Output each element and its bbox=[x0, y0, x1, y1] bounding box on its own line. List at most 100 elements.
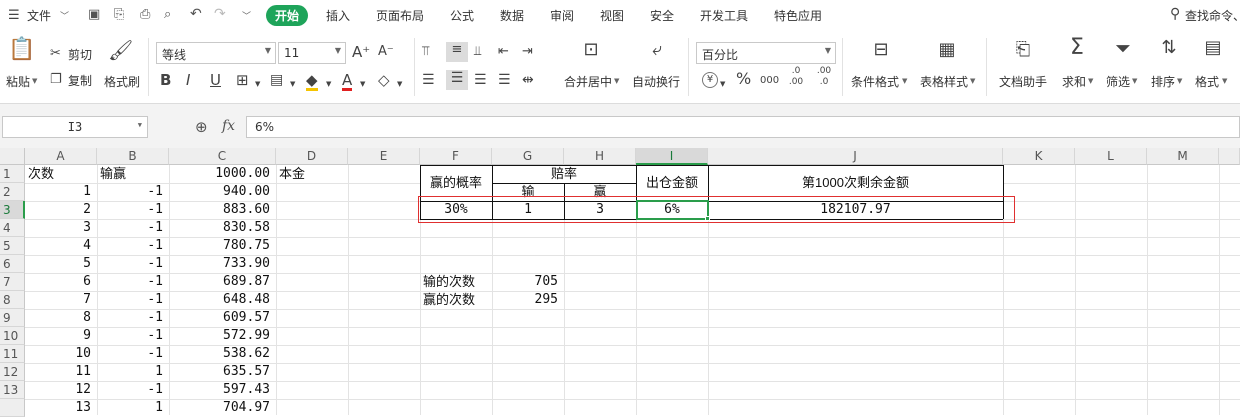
thousands-icon[interactable]: 000 bbox=[760, 73, 779, 89]
filter-button[interactable]: 筛选 bbox=[1106, 73, 1130, 90]
chevron-down-icon[interactable]: ▼ bbox=[360, 76, 365, 92]
tab-view[interactable]: 视图 bbox=[600, 7, 624, 24]
tab-developer[interactable]: 开发工具 bbox=[700, 7, 748, 24]
search-icon[interactable]: ⚲ bbox=[1170, 6, 1180, 22]
copy-icon[interactable]: ❐ bbox=[50, 72, 62, 88]
font-name-select[interactable]: 等线 ▼ bbox=[156, 42, 276, 64]
col-header-g[interactable]: G bbox=[492, 148, 564, 165]
cell-a12[interactable]: 11 bbox=[25, 363, 97, 381]
align-top-icon[interactable]: ⫪ bbox=[422, 44, 429, 60]
cell-a1[interactable]: 次数 bbox=[28, 165, 97, 183]
col-header-n[interactable] bbox=[1219, 148, 1240, 165]
chevron-down-icon[interactable]: ▼ bbox=[1088, 77, 1093, 85]
chevron-down-icon[interactable]: ▼ bbox=[902, 77, 907, 85]
hamburger-icon[interactable]: ☰ bbox=[8, 8, 20, 23]
col-header-f[interactable]: F bbox=[420, 148, 492, 165]
cell-g8[interactable]: 295 bbox=[492, 291, 564, 309]
chevron-down-icon[interactable]: ▼ bbox=[138, 121, 142, 129]
row-header-1[interactable]: 1 bbox=[0, 165, 25, 183]
cell-b5[interactable]: -1 bbox=[97, 237, 169, 255]
fill-color-icon[interactable]: ◆ bbox=[306, 72, 318, 91]
italic-icon[interactable]: I bbox=[186, 72, 190, 88]
format-button[interactable]: 格式 bbox=[1195, 73, 1219, 90]
col-header-e[interactable]: E bbox=[348, 148, 420, 165]
font-size-select[interactable]: 11 ▼ bbox=[278, 42, 346, 64]
chevron-down-icon[interactable]: ▼ bbox=[720, 76, 725, 92]
cell-d1[interactable]: 本金 bbox=[279, 165, 348, 183]
row-header-12[interactable]: 12 bbox=[0, 363, 25, 381]
cell-c11[interactable]: 538.62 bbox=[169, 345, 276, 363]
col-header-a[interactable]: A bbox=[25, 148, 97, 165]
cell-g7[interactable]: 705 bbox=[492, 273, 564, 291]
cell-b11[interactable]: -1 bbox=[97, 345, 169, 363]
cell-f7[interactable]: 输的次数 bbox=[423, 273, 495, 291]
table-style-icon[interactable]: ▦ bbox=[934, 41, 960, 59]
cell-c1[interactable]: 1000.00 bbox=[169, 165, 276, 183]
doc-assistant-icon[interactable]: ⎗ bbox=[1010, 41, 1036, 59]
cell-style-icon[interactable]: ▤ bbox=[270, 72, 283, 88]
cell-c4[interactable]: 830.58 bbox=[169, 219, 276, 237]
row-header-13[interactable]: 13 bbox=[0, 381, 25, 399]
chevron-down-icon[interactable]: ▼ bbox=[255, 76, 260, 92]
paste-button[interactable]: 粘贴 bbox=[6, 73, 30, 90]
select-all-corner[interactable] bbox=[0, 148, 25, 165]
sort-button[interactable]: 排序 bbox=[1151, 73, 1175, 90]
currency-icon[interactable]: ¥ bbox=[702, 72, 718, 88]
format-icon[interactable]: ▤ bbox=[1200, 39, 1226, 57]
cell-g1[interactable]: 赔率 bbox=[492, 165, 636, 183]
cell-b3[interactable]: -1 bbox=[97, 201, 169, 219]
tab-security[interactable]: 安全 bbox=[650, 7, 674, 24]
save-icon[interactable]: ▣ bbox=[88, 7, 100, 22]
cell-c14[interactable]: 704.97 bbox=[169, 399, 276, 417]
cell-b2[interactable]: -1 bbox=[97, 183, 169, 201]
align-left-icon[interactable]: ☰ bbox=[422, 72, 435, 88]
conditional-format-button[interactable]: 条件格式 bbox=[851, 73, 899, 90]
chevron-down-icon[interactable]: ▼ bbox=[1222, 77, 1227, 85]
row-header-4[interactable]: 4 bbox=[0, 219, 25, 237]
cell-c9[interactable]: 609.57 bbox=[169, 309, 276, 327]
cell-c5[interactable]: 780.75 bbox=[169, 237, 276, 255]
merge-center-icon[interactable]: ⊡ bbox=[578, 41, 604, 59]
align-bottom-icon[interactable]: ⫫ bbox=[474, 44, 481, 60]
row-header-14[interactable] bbox=[0, 399, 25, 417]
cell-b14[interactable]: 1 bbox=[97, 399, 169, 417]
cell-b4[interactable]: -1 bbox=[97, 219, 169, 237]
chevron-down-icon[interactable]: ▼ bbox=[970, 77, 975, 85]
cell-b12[interactable]: 1 bbox=[97, 363, 169, 381]
cell-b13[interactable]: -1 bbox=[97, 381, 169, 399]
chevron-down-icon[interactable]: ﹀ bbox=[60, 9, 69, 22]
fx-icon[interactable]: fx bbox=[222, 118, 235, 134]
cell-a6[interactable]: 5 bbox=[25, 255, 97, 273]
export-icon[interactable]: ⎘ bbox=[114, 7, 124, 22]
chevron-down-icon[interactable]: ﹀ bbox=[242, 9, 251, 22]
row-header-10[interactable]: 10 bbox=[0, 327, 25, 345]
cell-j1[interactable]: 第1000次剩余金额 bbox=[708, 174, 1003, 192]
cell-b7[interactable]: -1 bbox=[97, 273, 169, 291]
col-header-i[interactable]: I bbox=[636, 148, 708, 165]
cell-a4[interactable]: 3 bbox=[25, 219, 97, 237]
cell-a5[interactable]: 4 bbox=[25, 237, 97, 255]
col-header-c[interactable]: C bbox=[169, 148, 276, 165]
tab-review[interactable]: 审阅 bbox=[550, 7, 574, 24]
decrease-font-icon[interactable]: A⁻ bbox=[378, 44, 394, 60]
cell-b1[interactable]: 输赢 bbox=[100, 165, 169, 183]
col-header-b[interactable]: B bbox=[97, 148, 169, 165]
formula-input[interactable]: 6% bbox=[246, 116, 1240, 138]
bold-icon[interactable]: B bbox=[160, 72, 171, 88]
cell-f1[interactable]: 赢的概率 bbox=[420, 174, 492, 192]
col-header-m[interactable]: M bbox=[1147, 148, 1219, 165]
row-header-5[interactable]: 5 bbox=[0, 237, 25, 255]
search-command[interactable]: 查找命令、 bbox=[1185, 7, 1240, 24]
tab-special[interactable]: 特色应用 bbox=[774, 7, 822, 24]
increase-font-icon[interactable]: A⁺ bbox=[352, 44, 370, 60]
decrease-decimal-icon[interactable]: .00 .0 bbox=[814, 66, 834, 88]
table-style-button[interactable]: 表格样式 bbox=[920, 73, 968, 90]
cell-c2[interactable]: 940.00 bbox=[169, 183, 276, 201]
distribute-icon[interactable]: ⇹ bbox=[522, 72, 534, 88]
cell-c7[interactable]: 689.87 bbox=[169, 273, 276, 291]
row-header-2[interactable]: 2 bbox=[0, 183, 25, 201]
cell-f8[interactable]: 赢的次数 bbox=[423, 291, 495, 309]
cell-c10[interactable]: 572.99 bbox=[169, 327, 276, 345]
row-header-3[interactable]: 3 bbox=[0, 201, 25, 219]
cell-a10[interactable]: 9 bbox=[25, 327, 97, 345]
